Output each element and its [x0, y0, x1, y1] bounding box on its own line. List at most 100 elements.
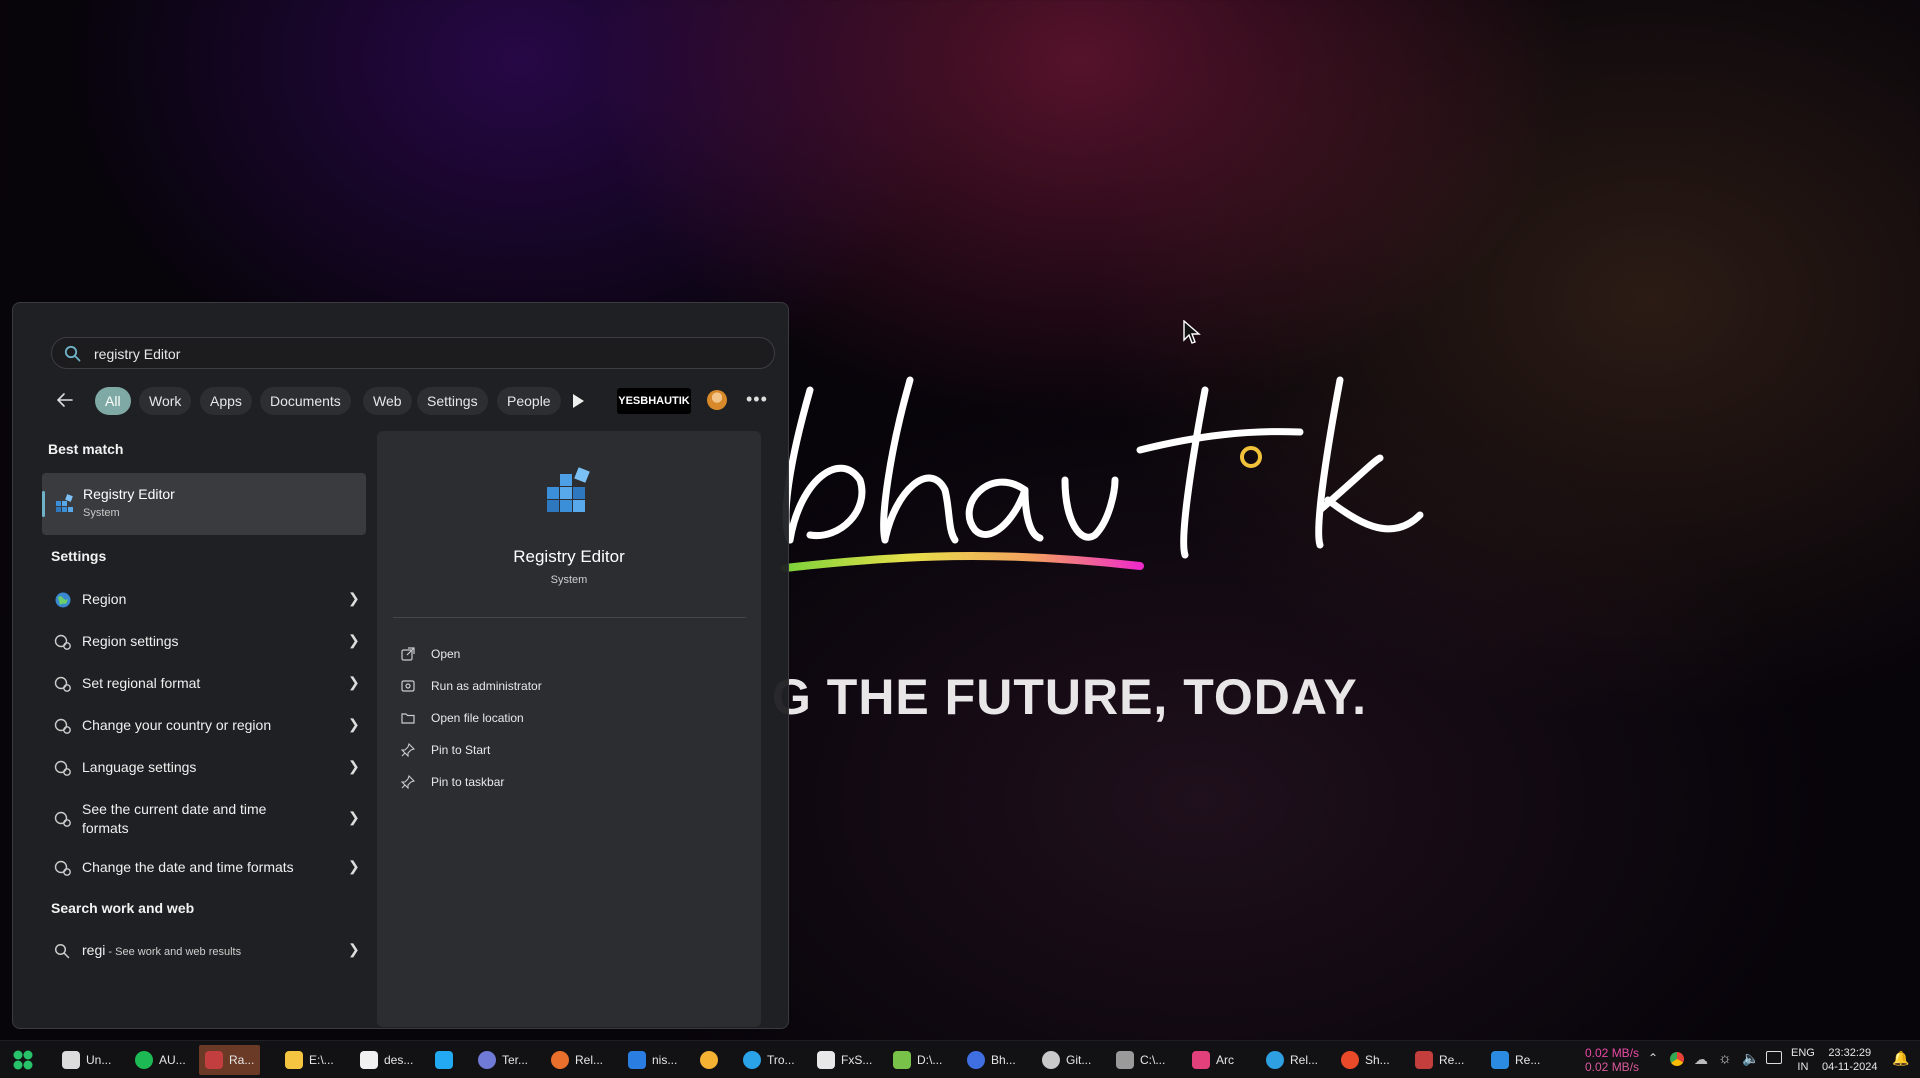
- taskbar-app[interactable]: Git...: [1042, 1045, 1091, 1075]
- admin-shield-icon: [401, 680, 415, 692]
- settings-item-language-settings[interactable]: Language settings ❯: [42, 756, 366, 782]
- settings-item-change-date-time-formats[interactable]: Change the date and time formats ❯: [42, 856, 366, 882]
- settings-item-label: Change the date and time formats: [82, 859, 294, 875]
- terminal-icon: [1116, 1051, 1134, 1069]
- net-download: 0.02 MB/s: [1585, 1060, 1640, 1074]
- discord-icon: [700, 1051, 718, 1069]
- settings-item-label: Set regional format: [82, 675, 201, 691]
- action-label: Pin to taskbar: [431, 775, 505, 789]
- language-settings-icon: [54, 760, 71, 776]
- tab-web[interactable]: Web: [363, 387, 412, 415]
- taskbar-app-vscode[interactable]: [435, 1045, 453, 1075]
- chevron-right-icon: ❯: [348, 858, 360, 874]
- app-icon: [893, 1051, 911, 1069]
- language-indicator[interactable]: ENG IN: [1791, 1046, 1815, 1074]
- action-label: Pin to Start: [431, 743, 491, 757]
- wallpaper-logo: [781, 376, 1424, 572]
- action-label: Run as administrator: [431, 679, 542, 693]
- more-options-icon[interactable]: •••: [746, 389, 768, 410]
- account-badge[interactable]: YESBHAUTIK: [617, 388, 691, 414]
- network-speed: 0.02 MB/s 0.02 MB/s: [1585, 1046, 1639, 1074]
- app-icon: [62, 1051, 80, 1069]
- back-arrow-icon[interactable]: [55, 390, 75, 410]
- taskbar-app[interactable]: Tro...: [743, 1045, 795, 1075]
- region-settings-icon: [54, 634, 71, 650]
- taskbar-app[interactable]: Ter...: [478, 1045, 528, 1075]
- taskbar-app[interactable]: Re...: [1491, 1045, 1540, 1075]
- web-search-result[interactable]: regi - See work and web results ❯: [42, 939, 366, 965]
- more-filters-play-icon[interactable]: [571, 393, 585, 409]
- chevron-right-icon: ❯: [348, 674, 360, 690]
- country-region-icon: [54, 718, 71, 734]
- taskbar-app[interactable]: Re...: [1415, 1045, 1464, 1075]
- regional-format-icon: [54, 676, 71, 692]
- tab-people[interactable]: People: [497, 387, 561, 415]
- notification-bell-icon[interactable]: 🔔: [1892, 1050, 1909, 1067]
- taskbar-app[interactable]: C:\...: [1116, 1045, 1165, 1075]
- settings-item-region-settings[interactable]: Region settings ❯: [42, 630, 366, 656]
- network-icon[interactable]: [1766, 1051, 1782, 1064]
- app-icon: [205, 1051, 223, 1069]
- taskbar-app[interactable]: nis...: [628, 1045, 677, 1075]
- taskbar-app[interactable]: E:\...: [285, 1045, 334, 1075]
- net-upload: 0.02 MB/s: [1585, 1046, 1640, 1060]
- taskbar-app[interactable]: Ra...: [199, 1045, 261, 1075]
- mouse-cursor-icon: [1183, 320, 1201, 344]
- best-match-subtitle: System: [83, 507, 120, 519]
- taskbar-app[interactable]: Sh...: [1341, 1045, 1390, 1075]
- taskbar-app[interactable]: D:\...: [893, 1045, 942, 1075]
- tab-all[interactable]: All: [95, 387, 131, 415]
- chevron-up-icon[interactable]: ⌃: [1648, 1051, 1658, 1065]
- settings-item-set-regional-format[interactable]: Set regional format ❯: [42, 672, 366, 698]
- github-icon: [1042, 1051, 1060, 1069]
- telegram-icon: [743, 1051, 761, 1069]
- best-match-result[interactable]: Registry Editor System: [42, 473, 366, 535]
- tab-documents[interactable]: Documents: [260, 387, 351, 415]
- search-icon: [54, 943, 70, 959]
- chevron-right-icon: ❯: [348, 716, 360, 732]
- search-box[interactable]: [51, 337, 775, 369]
- action-label: Open file location: [431, 711, 524, 725]
- cloud-icon[interactable]: ☁: [1694, 1051, 1708, 1068]
- detail-subtitle: System: [550, 574, 588, 586]
- settings-item-region[interactable]: Region ❯: [42, 588, 366, 614]
- date-time-format-icon: [54, 860, 71, 876]
- wallpaper-tagline: G THE FUTURE, TODAY.: [772, 669, 1368, 725]
- tab-apps[interactable]: Apps: [200, 387, 252, 415]
- app-icon: [628, 1051, 646, 1069]
- taskbar-app[interactable]: Arc: [1192, 1045, 1234, 1075]
- divider: [393, 617, 746, 618]
- settings-item-date-time-formats[interactable]: See the current date and time formats ❯: [42, 798, 366, 840]
- taskbar-app-discord[interactable]: [700, 1045, 718, 1075]
- clock[interactable]: 23:32:29 04-11-2024: [1822, 1046, 1877, 1074]
- settings-item-label: Language settings: [82, 759, 197, 775]
- best-match-title: Registry Editor: [83, 486, 175, 502]
- detail-title: Registry Editor: [513, 547, 625, 566]
- tab-work[interactable]: Work: [139, 387, 192, 415]
- chrome-tray-icon[interactable]: [1670, 1052, 1684, 1066]
- filter-tabs: All Work Apps Documents Web Settings Peo…: [47, 385, 777, 417]
- start-search-panel: All Work Apps Documents Web Settings Peo…: [12, 302, 789, 1029]
- spotify-icon: [135, 1051, 153, 1069]
- taskbar-app[interactable]: Un...: [62, 1045, 111, 1075]
- app-icon: [360, 1051, 378, 1069]
- app-icon: [1341, 1051, 1359, 1069]
- volume-icon[interactable]: 🔈: [1742, 1050, 1759, 1067]
- taskbar-app[interactable]: Bh...: [967, 1045, 1016, 1075]
- settings-item-label: Region: [82, 591, 127, 607]
- registry-editor-icon: [56, 494, 73, 512]
- search-input[interactable]: [92, 342, 736, 366]
- taskbar-app[interactable]: FxS...: [817, 1045, 872, 1075]
- taskbar-app[interactable]: des...: [360, 1045, 413, 1075]
- tab-settings[interactable]: Settings: [417, 387, 488, 415]
- settings-item-change-country[interactable]: Change your country or region ❯: [42, 714, 366, 740]
- taskbar-app[interactable]: Rel...: [551, 1045, 603, 1075]
- avatar[interactable]: [707, 390, 727, 410]
- taskbar-app[interactable]: Rel...: [1266, 1045, 1318, 1075]
- taskbar-app[interactable]: AU...: [135, 1045, 186, 1075]
- app-icon: [1415, 1051, 1433, 1069]
- date: 04-11-2024: [1822, 1061, 1878, 1073]
- start-button-icon[interactable]: [12, 1050, 34, 1070]
- brightness-icon[interactable]: ☼: [1718, 1050, 1732, 1067]
- chevron-right-icon: ❯: [348, 809, 360, 825]
